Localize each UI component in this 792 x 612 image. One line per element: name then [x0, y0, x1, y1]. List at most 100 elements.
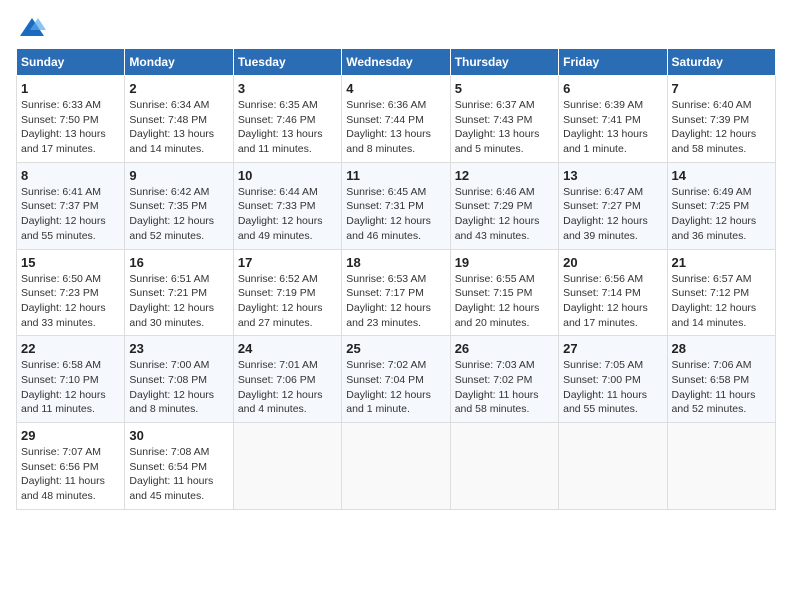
day-info: Sunrise: 6:47 AMSunset: 7:27 PMDaylight:… [563, 186, 648, 242]
day-info: Sunrise: 6:37 AMSunset: 7:43 PMDaylight:… [455, 99, 540, 155]
calendar-cell: 17 Sunrise: 6:52 AMSunset: 7:19 PMDaylig… [233, 249, 341, 336]
calendar-cell: 9 Sunrise: 6:42 AMSunset: 7:35 PMDayligh… [125, 162, 233, 249]
day-info: Sunrise: 6:52 AMSunset: 7:19 PMDaylight:… [238, 273, 323, 329]
day-info: Sunrise: 7:07 AMSunset: 6:56 PMDaylight:… [21, 446, 105, 502]
calendar-cell: 21 Sunrise: 6:57 AMSunset: 7:12 PMDaylig… [667, 249, 775, 336]
calendar-cell: 24 Sunrise: 7:01 AMSunset: 7:06 PMDaylig… [233, 336, 341, 423]
day-info: Sunrise: 6:34 AMSunset: 7:48 PMDaylight:… [129, 99, 214, 155]
calendar-cell: 23 Sunrise: 7:00 AMSunset: 7:08 PMDaylig… [125, 336, 233, 423]
day-info: Sunrise: 6:33 AMSunset: 7:50 PMDaylight:… [21, 99, 106, 155]
calendar-cell [342, 423, 450, 510]
day-info: Sunrise: 7:03 AMSunset: 7:02 PMDaylight:… [455, 359, 539, 415]
day-info: Sunrise: 7:01 AMSunset: 7:06 PMDaylight:… [238, 359, 323, 415]
day-info: Sunrise: 7:05 AMSunset: 7:00 PMDaylight:… [563, 359, 647, 415]
calendar-cell: 12 Sunrise: 6:46 AMSunset: 7:29 PMDaylig… [450, 162, 558, 249]
day-info: Sunrise: 6:55 AMSunset: 7:15 PMDaylight:… [455, 273, 540, 329]
col-header-monday: Monday [125, 49, 233, 76]
day-info: Sunrise: 6:39 AMSunset: 7:41 PMDaylight:… [563, 99, 648, 155]
day-number: 26 [455, 341, 554, 356]
calendar-cell: 29 Sunrise: 7:07 AMSunset: 6:56 PMDaylig… [17, 423, 125, 510]
day-number: 14 [672, 168, 771, 183]
calendar-cell: 15 Sunrise: 6:50 AMSunset: 7:23 PMDaylig… [17, 249, 125, 336]
logo [16, 16, 46, 38]
day-info: Sunrise: 6:44 AMSunset: 7:33 PMDaylight:… [238, 186, 323, 242]
calendar-cell: 10 Sunrise: 6:44 AMSunset: 7:33 PMDaylig… [233, 162, 341, 249]
col-header-sunday: Sunday [17, 49, 125, 76]
calendar-cell: 22 Sunrise: 6:58 AMSunset: 7:10 PMDaylig… [17, 336, 125, 423]
week-row-5: 29 Sunrise: 7:07 AMSunset: 6:56 PMDaylig… [17, 423, 776, 510]
day-number: 8 [21, 168, 120, 183]
day-number: 15 [21, 255, 120, 270]
day-number: 4 [346, 81, 445, 96]
day-info: Sunrise: 7:00 AMSunset: 7:08 PMDaylight:… [129, 359, 214, 415]
day-number: 2 [129, 81, 228, 96]
calendar-cell: 16 Sunrise: 6:51 AMSunset: 7:21 PMDaylig… [125, 249, 233, 336]
day-info: Sunrise: 6:36 AMSunset: 7:44 PMDaylight:… [346, 99, 431, 155]
day-number: 27 [563, 341, 662, 356]
day-info: Sunrise: 6:56 AMSunset: 7:14 PMDaylight:… [563, 273, 648, 329]
calendar-cell: 25 Sunrise: 7:02 AMSunset: 7:04 PMDaylig… [342, 336, 450, 423]
day-number: 1 [21, 81, 120, 96]
week-row-1: 1 Sunrise: 6:33 AMSunset: 7:50 PMDayligh… [17, 76, 776, 163]
day-number: 25 [346, 341, 445, 356]
calendar-cell: 11 Sunrise: 6:45 AMSunset: 7:31 PMDaylig… [342, 162, 450, 249]
col-header-saturday: Saturday [667, 49, 775, 76]
day-number: 18 [346, 255, 445, 270]
day-info: Sunrise: 6:57 AMSunset: 7:12 PMDaylight:… [672, 273, 757, 329]
calendar-cell: 3 Sunrise: 6:35 AMSunset: 7:46 PMDayligh… [233, 76, 341, 163]
calendar-cell: 8 Sunrise: 6:41 AMSunset: 7:37 PMDayligh… [17, 162, 125, 249]
calendar-cell: 7 Sunrise: 6:40 AMSunset: 7:39 PMDayligh… [667, 76, 775, 163]
logo-icon [18, 16, 46, 38]
day-number: 6 [563, 81, 662, 96]
week-row-4: 22 Sunrise: 6:58 AMSunset: 7:10 PMDaylig… [17, 336, 776, 423]
calendar-table: SundayMondayTuesdayWednesdayThursdayFrid… [16, 48, 776, 510]
day-number: 5 [455, 81, 554, 96]
day-number: 21 [672, 255, 771, 270]
day-number: 29 [21, 428, 120, 443]
day-number: 11 [346, 168, 445, 183]
calendar-cell [450, 423, 558, 510]
day-number: 12 [455, 168, 554, 183]
week-row-3: 15 Sunrise: 6:50 AMSunset: 7:23 PMDaylig… [17, 249, 776, 336]
day-number: 7 [672, 81, 771, 96]
day-info: Sunrise: 6:45 AMSunset: 7:31 PMDaylight:… [346, 186, 431, 242]
day-info: Sunrise: 6:50 AMSunset: 7:23 PMDaylight:… [21, 273, 106, 329]
day-number: 24 [238, 341, 337, 356]
col-header-wednesday: Wednesday [342, 49, 450, 76]
day-number: 3 [238, 81, 337, 96]
day-info: Sunrise: 6:46 AMSunset: 7:29 PMDaylight:… [455, 186, 540, 242]
day-info: Sunrise: 7:08 AMSunset: 6:54 PMDaylight:… [129, 446, 213, 502]
day-number: 23 [129, 341, 228, 356]
calendar-cell [233, 423, 341, 510]
calendar-header-row: SundayMondayTuesdayWednesdayThursdayFrid… [17, 49, 776, 76]
day-number: 13 [563, 168, 662, 183]
day-info: Sunrise: 6:40 AMSunset: 7:39 PMDaylight:… [672, 99, 757, 155]
calendar-cell: 18 Sunrise: 6:53 AMSunset: 7:17 PMDaylig… [342, 249, 450, 336]
day-number: 22 [21, 341, 120, 356]
day-number: 10 [238, 168, 337, 183]
calendar-cell [667, 423, 775, 510]
calendar-cell: 5 Sunrise: 6:37 AMSunset: 7:43 PMDayligh… [450, 76, 558, 163]
calendar-cell: 6 Sunrise: 6:39 AMSunset: 7:41 PMDayligh… [559, 76, 667, 163]
calendar-cell: 1 Sunrise: 6:33 AMSunset: 7:50 PMDayligh… [17, 76, 125, 163]
day-info: Sunrise: 7:02 AMSunset: 7:04 PMDaylight:… [346, 359, 431, 415]
week-row-2: 8 Sunrise: 6:41 AMSunset: 7:37 PMDayligh… [17, 162, 776, 249]
col-header-tuesday: Tuesday [233, 49, 341, 76]
day-number: 17 [238, 255, 337, 270]
day-info: Sunrise: 6:42 AMSunset: 7:35 PMDaylight:… [129, 186, 214, 242]
calendar-cell: 27 Sunrise: 7:05 AMSunset: 7:00 PMDaylig… [559, 336, 667, 423]
calendar-cell [559, 423, 667, 510]
calendar-cell: 19 Sunrise: 6:55 AMSunset: 7:15 PMDaylig… [450, 249, 558, 336]
day-info: Sunrise: 7:06 AMSunset: 6:58 PMDaylight:… [672, 359, 756, 415]
calendar-cell: 4 Sunrise: 6:36 AMSunset: 7:44 PMDayligh… [342, 76, 450, 163]
day-info: Sunrise: 6:49 AMSunset: 7:25 PMDaylight:… [672, 186, 757, 242]
calendar-cell: 26 Sunrise: 7:03 AMSunset: 7:02 PMDaylig… [450, 336, 558, 423]
day-info: Sunrise: 6:53 AMSunset: 7:17 PMDaylight:… [346, 273, 431, 329]
calendar-cell: 14 Sunrise: 6:49 AMSunset: 7:25 PMDaylig… [667, 162, 775, 249]
calendar-cell: 30 Sunrise: 7:08 AMSunset: 6:54 PMDaylig… [125, 423, 233, 510]
calendar-cell: 28 Sunrise: 7:06 AMSunset: 6:58 PMDaylig… [667, 336, 775, 423]
day-info: Sunrise: 6:41 AMSunset: 7:37 PMDaylight:… [21, 186, 106, 242]
calendar-cell: 13 Sunrise: 6:47 AMSunset: 7:27 PMDaylig… [559, 162, 667, 249]
day-number: 30 [129, 428, 228, 443]
calendar-cell: 20 Sunrise: 6:56 AMSunset: 7:14 PMDaylig… [559, 249, 667, 336]
